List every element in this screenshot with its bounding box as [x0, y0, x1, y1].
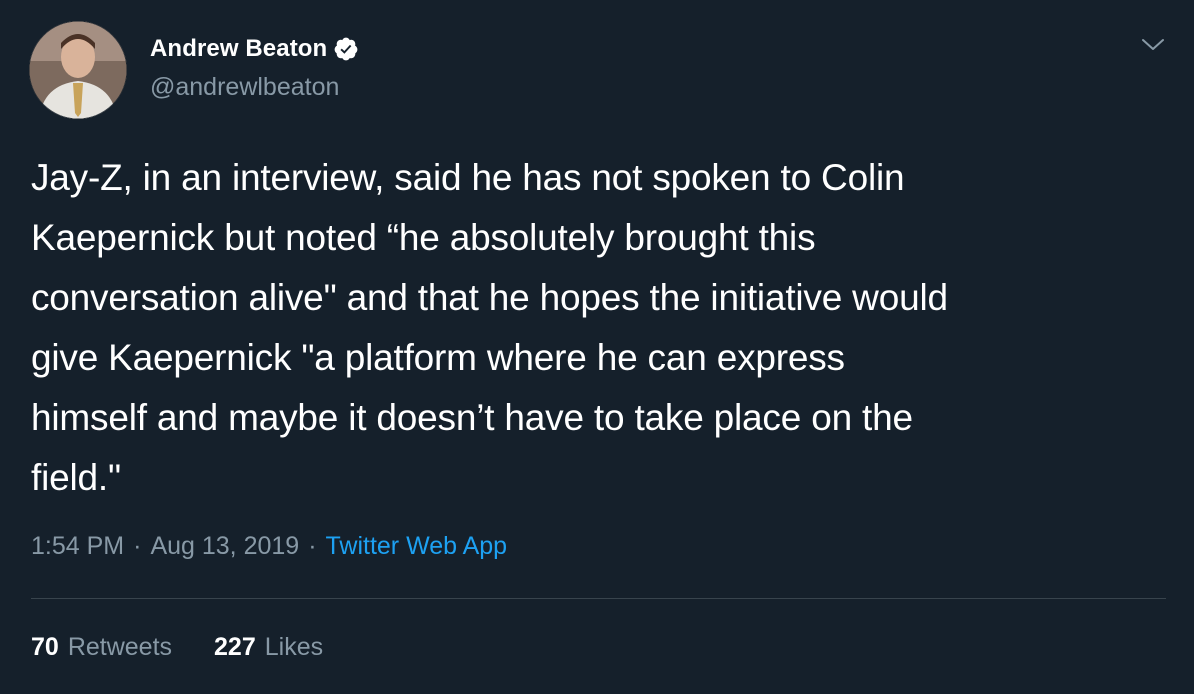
meta-separator: · [308, 532, 317, 560]
tweet-date[interactable]: Aug 13, 2019 [150, 532, 299, 561]
author-handle[interactable]: @andrewlbeaton [150, 73, 339, 102]
avatar[interactable] [29, 21, 127, 119]
tweet-time[interactable]: 1:54 PM [31, 532, 124, 561]
likes-stat[interactable]: 227 Likes [214, 633, 323, 662]
author-display-name[interactable]: Andrew Beaton [150, 35, 327, 63]
chevron-down-icon[interactable] [1140, 36, 1166, 54]
tweet-text: Jay-Z, in an interview, said he has not … [31, 157, 948, 498]
retweets-count: 70 [31, 633, 59, 661]
retweets-stat[interactable]: 70 Retweets [31, 633, 172, 662]
tweet-stats: 70 Retweets 227 Likes [31, 633, 323, 662]
likes-count: 227 [214, 633, 256, 661]
retweets-label: Retweets [67, 633, 173, 661]
meta-separator: · [133, 532, 142, 560]
tweet-meta: 1:54 PM · Aug 13, 2019 · Twitter Web App [31, 532, 507, 561]
divider [31, 598, 1166, 599]
avatar-photo [29, 21, 127, 119]
likes-label: Likes [264, 633, 324, 661]
tweet-source-link[interactable]: Twitter Web App [326, 532, 508, 561]
verified-badge-icon [334, 37, 358, 61]
tweet-card: Andrew Beaton @andrewlbeaton Jay-Z, in a… [0, 0, 1194, 694]
author-name-row: Andrew Beaton [150, 32, 359, 66]
